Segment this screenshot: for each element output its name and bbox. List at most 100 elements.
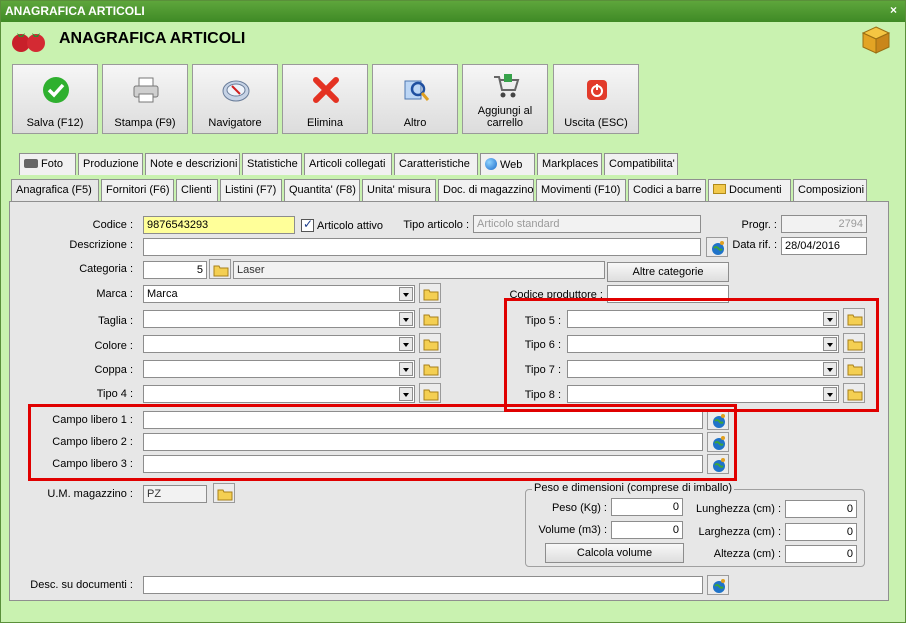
magnifier-icon — [404, 80, 430, 101]
altre-categorie-button[interactable]: Altre categorie — [607, 262, 729, 282]
tab-statistiche[interactable]: Statistiche — [242, 153, 302, 175]
exit-label: Uscita (ESC) — [564, 117, 628, 129]
tab-markplaces[interactable]: Markplaces — [537, 153, 602, 175]
taglia-folder-button[interactable] — [419, 308, 441, 328]
lunghezza-input[interactable]: 0 — [785, 500, 857, 518]
coppa-select[interactable] — [143, 360, 415, 378]
calcola-volume-button[interactable]: Calcola volume — [545, 543, 684, 563]
print-label: Stampa (F9) — [114, 117, 176, 129]
colore-folder-button[interactable] — [419, 333, 441, 353]
peso-input[interactable]: 0 — [611, 498, 683, 516]
tab-listini[interactable]: Listini (F7) — [220, 179, 282, 201]
desc-documenti-input[interactable] — [143, 576, 703, 594]
globe-icon — [713, 579, 725, 593]
tab-caratteristiche[interactable]: Caratteristiche — [394, 153, 478, 175]
tab-movimenti[interactable]: Movimenti (F10) — [536, 179, 626, 201]
tab-documenti[interactable]: Documenti — [708, 179, 791, 201]
tipo4-folder-button[interactable] — [419, 383, 441, 403]
title-bar: ANAGRAFICA ARTICOLI × — [1, 1, 905, 22]
add-to-cart-button[interactable]: Aggiungi al carrello — [462, 64, 548, 134]
tab-produzione[interactable]: Produzione — [78, 153, 143, 175]
altezza-label: Altezza (cm) : — [713, 548, 781, 560]
marca-select[interactable]: Marca — [143, 285, 415, 303]
tab-compatibilita[interactable]: Compatibilita' — [604, 153, 678, 175]
articolo-attivo-checkbox[interactable] — [301, 217, 314, 232]
volume-label: Volume (m3) : — [538, 524, 607, 536]
volume-input[interactable]: 0 — [611, 521, 683, 539]
coppa-folder-button[interactable] — [419, 358, 441, 378]
tab-web[interactable]: Web — [480, 153, 535, 175]
categoria-folder-button[interactable] — [209, 259, 231, 279]
page-title: ANAGRAFICA ARTICOLI — [59, 30, 246, 47]
tab-clienti[interactable]: Clienti — [176, 179, 218, 201]
tipo-articolo-label: Tipo articolo : — [403, 219, 469, 231]
tipo4-label: Tipo 4 : — [96, 388, 133, 400]
chevron-down-icon — [399, 287, 413, 301]
altezza-input[interactable]: 0 — [785, 545, 857, 563]
um-folder-button[interactable] — [213, 483, 235, 503]
folder-icon — [713, 184, 726, 194]
delete-button[interactable]: Elimina — [282, 64, 368, 134]
tipo-articolo-input[interactable]: Articolo standard — [473, 215, 701, 233]
peso-label: Peso (Kg) : — [551, 502, 607, 514]
tipo4-select[interactable] — [143, 385, 415, 403]
colore-select[interactable] — [143, 335, 415, 353]
exit-button[interactable]: Uscita (ESC) — [553, 64, 639, 134]
navigator-button[interactable]: Navigatore — [192, 64, 278, 134]
main-window: ANAGRAFICA ARTICOLI × ANAGRAFICA ARTICOL… — [0, 0, 906, 623]
data-rif-input[interactable]: 28/04/2016 — [781, 237, 867, 255]
tab-doc-magazzino[interactable]: Doc. di magazzino — [438, 179, 534, 201]
codice-input[interactable]: 9876543293 — [143, 216, 295, 234]
tab-codici-barre[interactable]: Codici a barre — [628, 179, 706, 201]
larghezza-input[interactable]: 0 — [785, 523, 857, 541]
categoria-label: Categoria : — [79, 263, 133, 275]
red-x-icon — [313, 77, 339, 103]
navigator-label: Navigatore — [208, 117, 262, 129]
tab-unita-misura[interactable]: Unita' misura — [362, 179, 436, 201]
descrizione-label: Descrizione : — [69, 239, 133, 251]
header: ANAGRAFICA ARTICOLI — [1, 22, 905, 58]
window-title: ANAGRAFICA ARTICOLI — [5, 4, 145, 18]
highlight-campi-liberi — [28, 404, 737, 481]
codice-label: Codice : — [92, 219, 133, 231]
tab-articoli-collegati[interactable]: Articoli collegati — [304, 153, 392, 175]
categoria-name-input: Laser — [233, 261, 605, 279]
marca-label: Marca : — [96, 288, 133, 300]
marca-folder-button[interactable] — [419, 283, 441, 303]
close-icon[interactable]: × — [890, 3, 897, 17]
folder-icon — [423, 389, 439, 401]
cube-icon — [861, 26, 891, 54]
cart-icon — [494, 74, 520, 98]
tab-foto[interactable]: Foto — [19, 153, 76, 175]
tab-anagrafica[interactable]: Anagrafica (F5) — [11, 179, 99, 201]
check-circle-icon — [43, 77, 69, 103]
save-label: Salva (F12) — [26, 117, 84, 129]
tab-quantita[interactable]: Quantita' (F8) — [284, 179, 360, 201]
desc-documenti-globe-button[interactable] — [707, 575, 729, 595]
other-button[interactable]: Altro — [372, 64, 458, 134]
other-label: Altro — [403, 117, 427, 129]
printer-icon — [133, 77, 159, 103]
tab-fornitori[interactable]: Fornitori (F6) — [101, 179, 174, 201]
larghezza-label: Larghezza (cm) : — [698, 526, 781, 538]
coppa-label: Coppa : — [94, 364, 133, 376]
save-button[interactable]: Salva (F12) — [12, 64, 98, 134]
compass-icon — [222, 80, 250, 102]
camera-icon — [24, 159, 38, 168]
desc-documenti-label: Desc. su documenti : — [30, 579, 133, 591]
articolo-attivo-label: Articolo attivo — [317, 220, 384, 232]
folder-icon — [423, 314, 439, 326]
tab-note[interactable]: Note e descrizioni — [145, 153, 240, 175]
descrizione-input[interactable] — [143, 238, 701, 256]
delete-label: Elimina — [306, 117, 344, 129]
taglia-select[interactable] — [143, 310, 415, 328]
data-rif-label: Data rif. : — [732, 239, 777, 251]
folder-icon — [423, 339, 439, 351]
um-magazzino-input: PZ — [143, 485, 207, 503]
lunghezza-label: Lunghezza (cm) : — [696, 503, 781, 515]
progr-label: Progr. : — [741, 219, 777, 231]
chevron-down-icon — [399, 337, 413, 351]
print-button[interactable]: Stampa (F9) — [102, 64, 188, 134]
categoria-code-input[interactable]: 5 — [143, 261, 207, 279]
tab-composizioni[interactable]: Composizioni — [793, 179, 867, 201]
